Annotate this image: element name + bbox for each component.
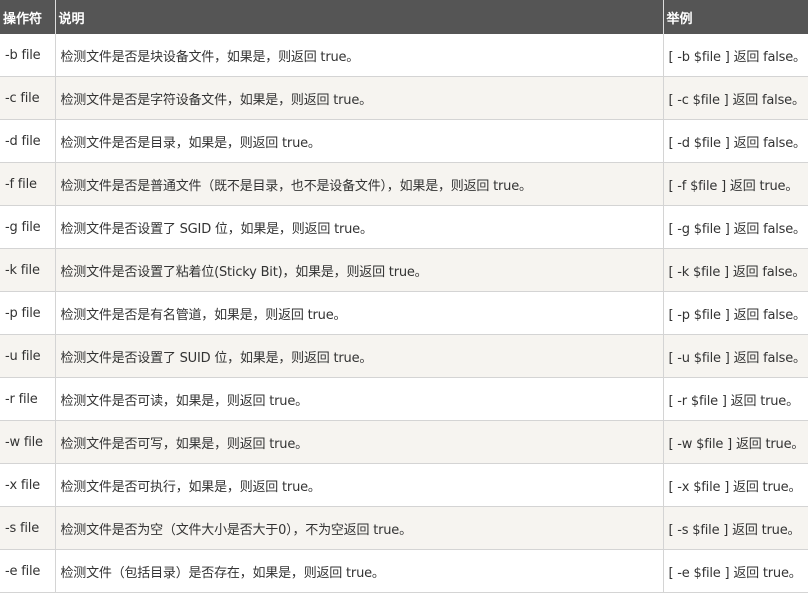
operator-cell: -f file (0, 162, 56, 206)
description-cell: 检测文件是否是有名管道，如果是，则返回 true。 (55, 291, 664, 335)
table-row: -x file 检测文件是否可执行，如果是，则返回 true。 [ -x $fi… (0, 463, 808, 507)
example-cell: [ -b $file ] 返回 false。 (663, 34, 808, 77)
operator-cell: -s file (0, 506, 56, 550)
table-row: -g file 检测文件是否设置了 SGID 位，如果是，则返回 true。 [… (0, 205, 808, 249)
description-cell: 检测文件是否可读，如果是，则返回 true。 (55, 377, 664, 421)
operator-cell: -b file (0, 34, 56, 77)
example-cell: [ -k $file ] 返回 false。 (663, 248, 808, 292)
example-cell: [ -d $file ] 返回 false。 (663, 119, 808, 163)
operator-cell: -g file (0, 205, 56, 249)
operator-cell: -p file (0, 291, 56, 335)
operator-cell: -e file (0, 549, 56, 593)
description-cell: 检测文件是否设置了 SGID 位，如果是，则返回 true。 (55, 205, 664, 249)
table-header: 操作符 说明 举例 (0, 0, 808, 34)
example-cell: [ -p $file ] 返回 false。 (663, 291, 808, 335)
table-row: -f file 检测文件是否是普通文件（既不是目录，也不是设备文件），如果是，则… (0, 162, 808, 206)
example-cell: [ -r $file ] 返回 true。 (663, 377, 808, 421)
example-cell: [ -e $file ] 返回 true。 (663, 549, 808, 593)
description-cell: 检测文件（包括目录）是否存在，如果是，则返回 true。 (55, 549, 664, 593)
operator-cell: -u file (0, 334, 56, 378)
table-row: -w file 检测文件是否可写，如果是，则返回 true。 [ -w $fil… (0, 420, 808, 464)
example-cell: [ -w $file ] 返回 true。 (663, 420, 808, 464)
example-cell: [ -f $file ] 返回 true。 (663, 162, 808, 206)
header-operator: 操作符 (0, 0, 56, 34)
header-row: 操作符 说明 举例 (0, 0, 808, 34)
description-cell: 检测文件是否可写，如果是，则返回 true。 (55, 420, 664, 464)
table-row: -s file 检测文件是否为空（文件大小是否大于0），不为空返回 true。 … (0, 506, 808, 550)
example-cell: [ -s $file ] 返回 true。 (663, 506, 808, 550)
file-test-operators-table: 操作符 说明 举例 -b file 检测文件是否是块设备文件，如果是，则返回 t… (0, 0, 808, 593)
table-row: -b file 检测文件是否是块设备文件，如果是，则返回 true。 [ -b … (0, 34, 808, 77)
description-cell: 检测文件是否是块设备文件，如果是，则返回 true。 (55, 34, 664, 77)
description-cell: 检测文件是否可执行，如果是，则返回 true。 (55, 463, 664, 507)
operator-cell: -k file (0, 248, 56, 292)
table-row: -k file 检测文件是否设置了粘着位(Sticky Bit)，如果是，则返回… (0, 248, 808, 292)
header-description: 说明 (55, 0, 664, 34)
table-body: -b file 检测文件是否是块设备文件，如果是，则返回 true。 [ -b … (0, 34, 808, 593)
example-cell: [ -x $file ] 返回 true。 (663, 463, 808, 507)
example-cell: [ -g $file ] 返回 false。 (663, 205, 808, 249)
table-row: -c file 检测文件是否是字符设备文件，如果是，则返回 true。 [ -c… (0, 76, 808, 120)
table-row: -r file 检测文件是否可读，如果是，则返回 true。 [ -r $fil… (0, 377, 808, 421)
example-cell: [ -c $file ] 返回 false。 (663, 76, 808, 120)
description-cell: 检测文件是否为空（文件大小是否大于0），不为空返回 true。 (55, 506, 664, 550)
description-cell: 检测文件是否是字符设备文件，如果是，则返回 true。 (55, 76, 664, 120)
operator-cell: -d file (0, 119, 56, 163)
operator-cell: -w file (0, 420, 56, 464)
description-cell: 检测文件是否设置了 SUID 位，如果是，则返回 true。 (55, 334, 664, 378)
description-cell: 检测文件是否设置了粘着位(Sticky Bit)，如果是，则返回 true。 (55, 248, 664, 292)
operator-cell: -x file (0, 463, 56, 507)
table-row: -p file 检测文件是否是有名管道，如果是，则返回 true。 [ -p $… (0, 291, 808, 335)
table-row: -u file 检测文件是否设置了 SUID 位，如果是，则返回 true。 [… (0, 334, 808, 378)
operator-cell: -c file (0, 76, 56, 120)
table-row: -e file 检测文件（包括目录）是否存在，如果是，则返回 true。 [ -… (0, 549, 808, 593)
header-example: 举例 (663, 0, 808, 34)
table-row: -d file 检测文件是否是目录，如果是，则返回 true。 [ -d $fi… (0, 119, 808, 163)
example-cell: [ -u $file ] 返回 false。 (663, 334, 808, 378)
operator-cell: -r file (0, 377, 56, 421)
description-cell: 检测文件是否是目录，如果是，则返回 true。 (55, 119, 664, 163)
description-cell: 检测文件是否是普通文件（既不是目录，也不是设备文件），如果是，则返回 true。 (55, 162, 664, 206)
